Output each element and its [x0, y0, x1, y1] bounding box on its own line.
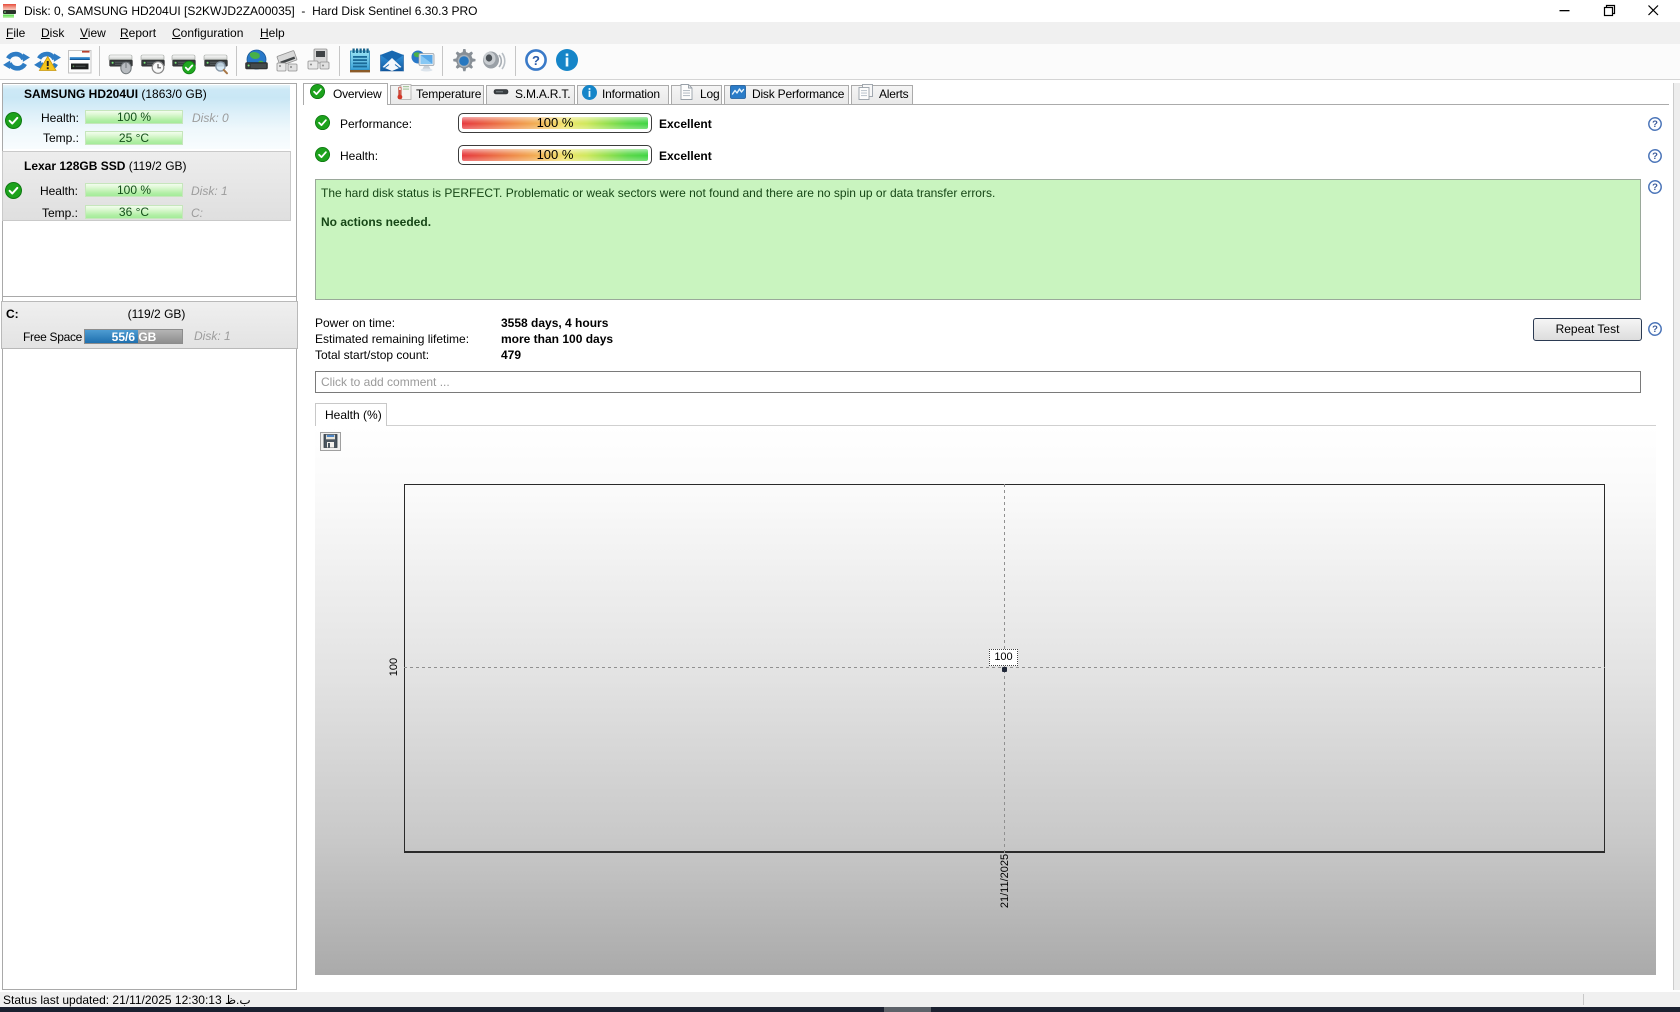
svg-text:21/11/2025: 21/11/2025 [999, 854, 1011, 908]
svg-text:100: 100 [388, 658, 400, 676]
svg-text:?: ? [532, 53, 540, 68]
